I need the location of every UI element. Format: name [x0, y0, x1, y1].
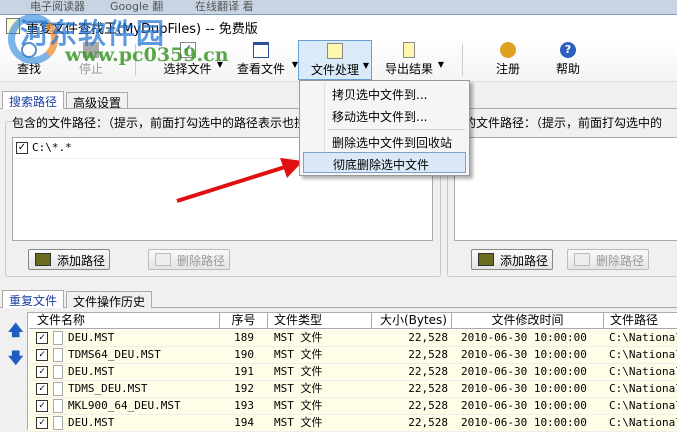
menu-item-move-to[interactable]: 移动选中文件到... [303, 105, 466, 126]
menu-separator [328, 129, 465, 130]
red-arrow-annotation [176, 158, 303, 203]
menu-item-delete-to-recycle-bin[interactable]: 删除选中文件到回收站 [303, 131, 466, 152]
file-process-menu: 拷贝选中文件到... 移动选中文件到... 删除选中文件到回收站 彻底删除选中文… [299, 80, 470, 176]
menu-item-permanently-delete[interactable]: 彻底删除选中文件 [303, 152, 466, 173]
menu-item-copy-to[interactable]: 拷贝选中文件到... [303, 83, 466, 104]
